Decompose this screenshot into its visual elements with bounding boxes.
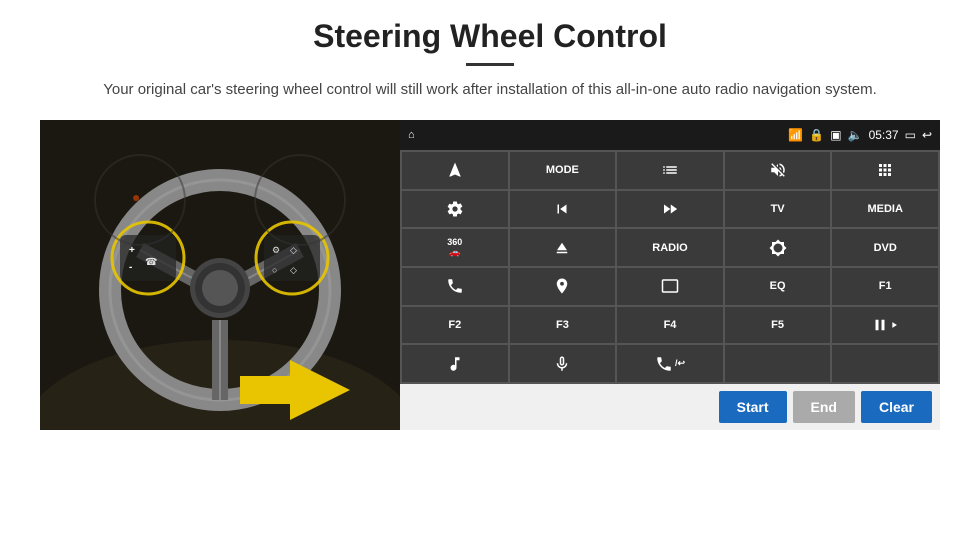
svg-text:◇: ◇ [290, 245, 297, 255]
clear-button[interactable]: Clear [861, 391, 932, 423]
svg-text:◇: ◇ [290, 265, 297, 275]
screen-icon: ▭ [905, 128, 916, 142]
ui-panel: ⌂ 📶 🔒 ▣ 🔈 05:37 ▭ ↩ [400, 120, 940, 430]
status-left: ⌂ [408, 129, 415, 141]
btn-mute[interactable] [725, 152, 831, 189]
page-container: Steering Wheel Control Your original car… [0, 0, 980, 544]
time-display: 05:37 [869, 128, 899, 142]
btn-f1[interactable]: F1 [832, 268, 938, 305]
back-icon: ↩ [922, 128, 932, 142]
bt-icon: 🔈 [848, 128, 863, 142]
btn-play-pause[interactable] [832, 307, 938, 344]
svg-text:○: ○ [272, 265, 277, 275]
btn-brightness[interactable] [725, 229, 831, 266]
btn-f5[interactable]: F5 [725, 307, 831, 344]
page-subtitle: Your original car's steering wheel contr… [103, 78, 877, 102]
svg-text:+: + [129, 245, 135, 256]
btn-fast-forward[interactable] [617, 191, 723, 228]
btn-music-note[interactable] [402, 345, 508, 382]
btn-f3[interactable]: F3 [510, 307, 616, 344]
svg-text:⚙: ⚙ [272, 245, 280, 255]
btn-phone-call[interactable] [402, 268, 508, 305]
svg-text:☎: ☎ [145, 257, 157, 268]
btn-360cam[interactable]: 360🚗 [402, 229, 508, 266]
btn-mode[interactable]: MODE [510, 152, 616, 189]
wifi-icon: 📶 [788, 128, 803, 142]
svg-text:●: ● [132, 189, 140, 205]
btn-settings[interactable] [402, 191, 508, 228]
btn-navigate[interactable] [402, 152, 508, 189]
btn-media[interactable]: MEDIA [832, 191, 938, 228]
content-row: + - ☎ ⚙ ◇ ○ ◇ ● [40, 120, 940, 430]
page-title: Steering Wheel Control [313, 18, 667, 55]
btn-rewind[interactable] [510, 191, 616, 228]
btn-dvd[interactable]: DVD [832, 229, 938, 266]
btn-eq[interactable]: EQ [725, 268, 831, 305]
btn-empty-2[interactable] [832, 345, 938, 382]
btn-call-end[interactable]: /↩ [617, 345, 723, 382]
btn-apps[interactable] [832, 152, 938, 189]
start-button[interactable]: Start [719, 391, 787, 423]
btn-navigation[interactable] [510, 268, 616, 305]
home-icon: ⌂ [408, 129, 415, 141]
title-divider [466, 63, 514, 66]
btn-microphone[interactable] [510, 345, 616, 382]
btn-empty-1[interactable] [725, 345, 831, 382]
btn-tv[interactable]: TV [725, 191, 831, 228]
steering-wheel-image: + - ☎ ⚙ ◇ ○ ◇ ● [40, 120, 400, 430]
btn-f2[interactable]: F2 [402, 307, 508, 344]
sd-icon: ▣ [830, 128, 841, 142]
bottom-action-bar: Start End Clear [400, 384, 940, 430]
status-right: 📶 🔒 ▣ 🔈 05:37 ▭ ↩ [788, 128, 932, 142]
status-bar: ⌂ 📶 🔒 ▣ 🔈 05:37 ▭ ↩ [400, 120, 940, 150]
end-button[interactable]: End [793, 391, 855, 423]
control-grid: MODE [400, 150, 940, 384]
lock-icon: 🔒 [809, 128, 824, 142]
btn-f4[interactable]: F4 [617, 307, 723, 344]
svg-text:-: - [129, 262, 132, 273]
btn-radio[interactable]: RADIO [617, 229, 723, 266]
btn-eject[interactable] [510, 229, 616, 266]
btn-list[interactable] [617, 152, 723, 189]
btn-screen-mirror[interactable] [617, 268, 723, 305]
